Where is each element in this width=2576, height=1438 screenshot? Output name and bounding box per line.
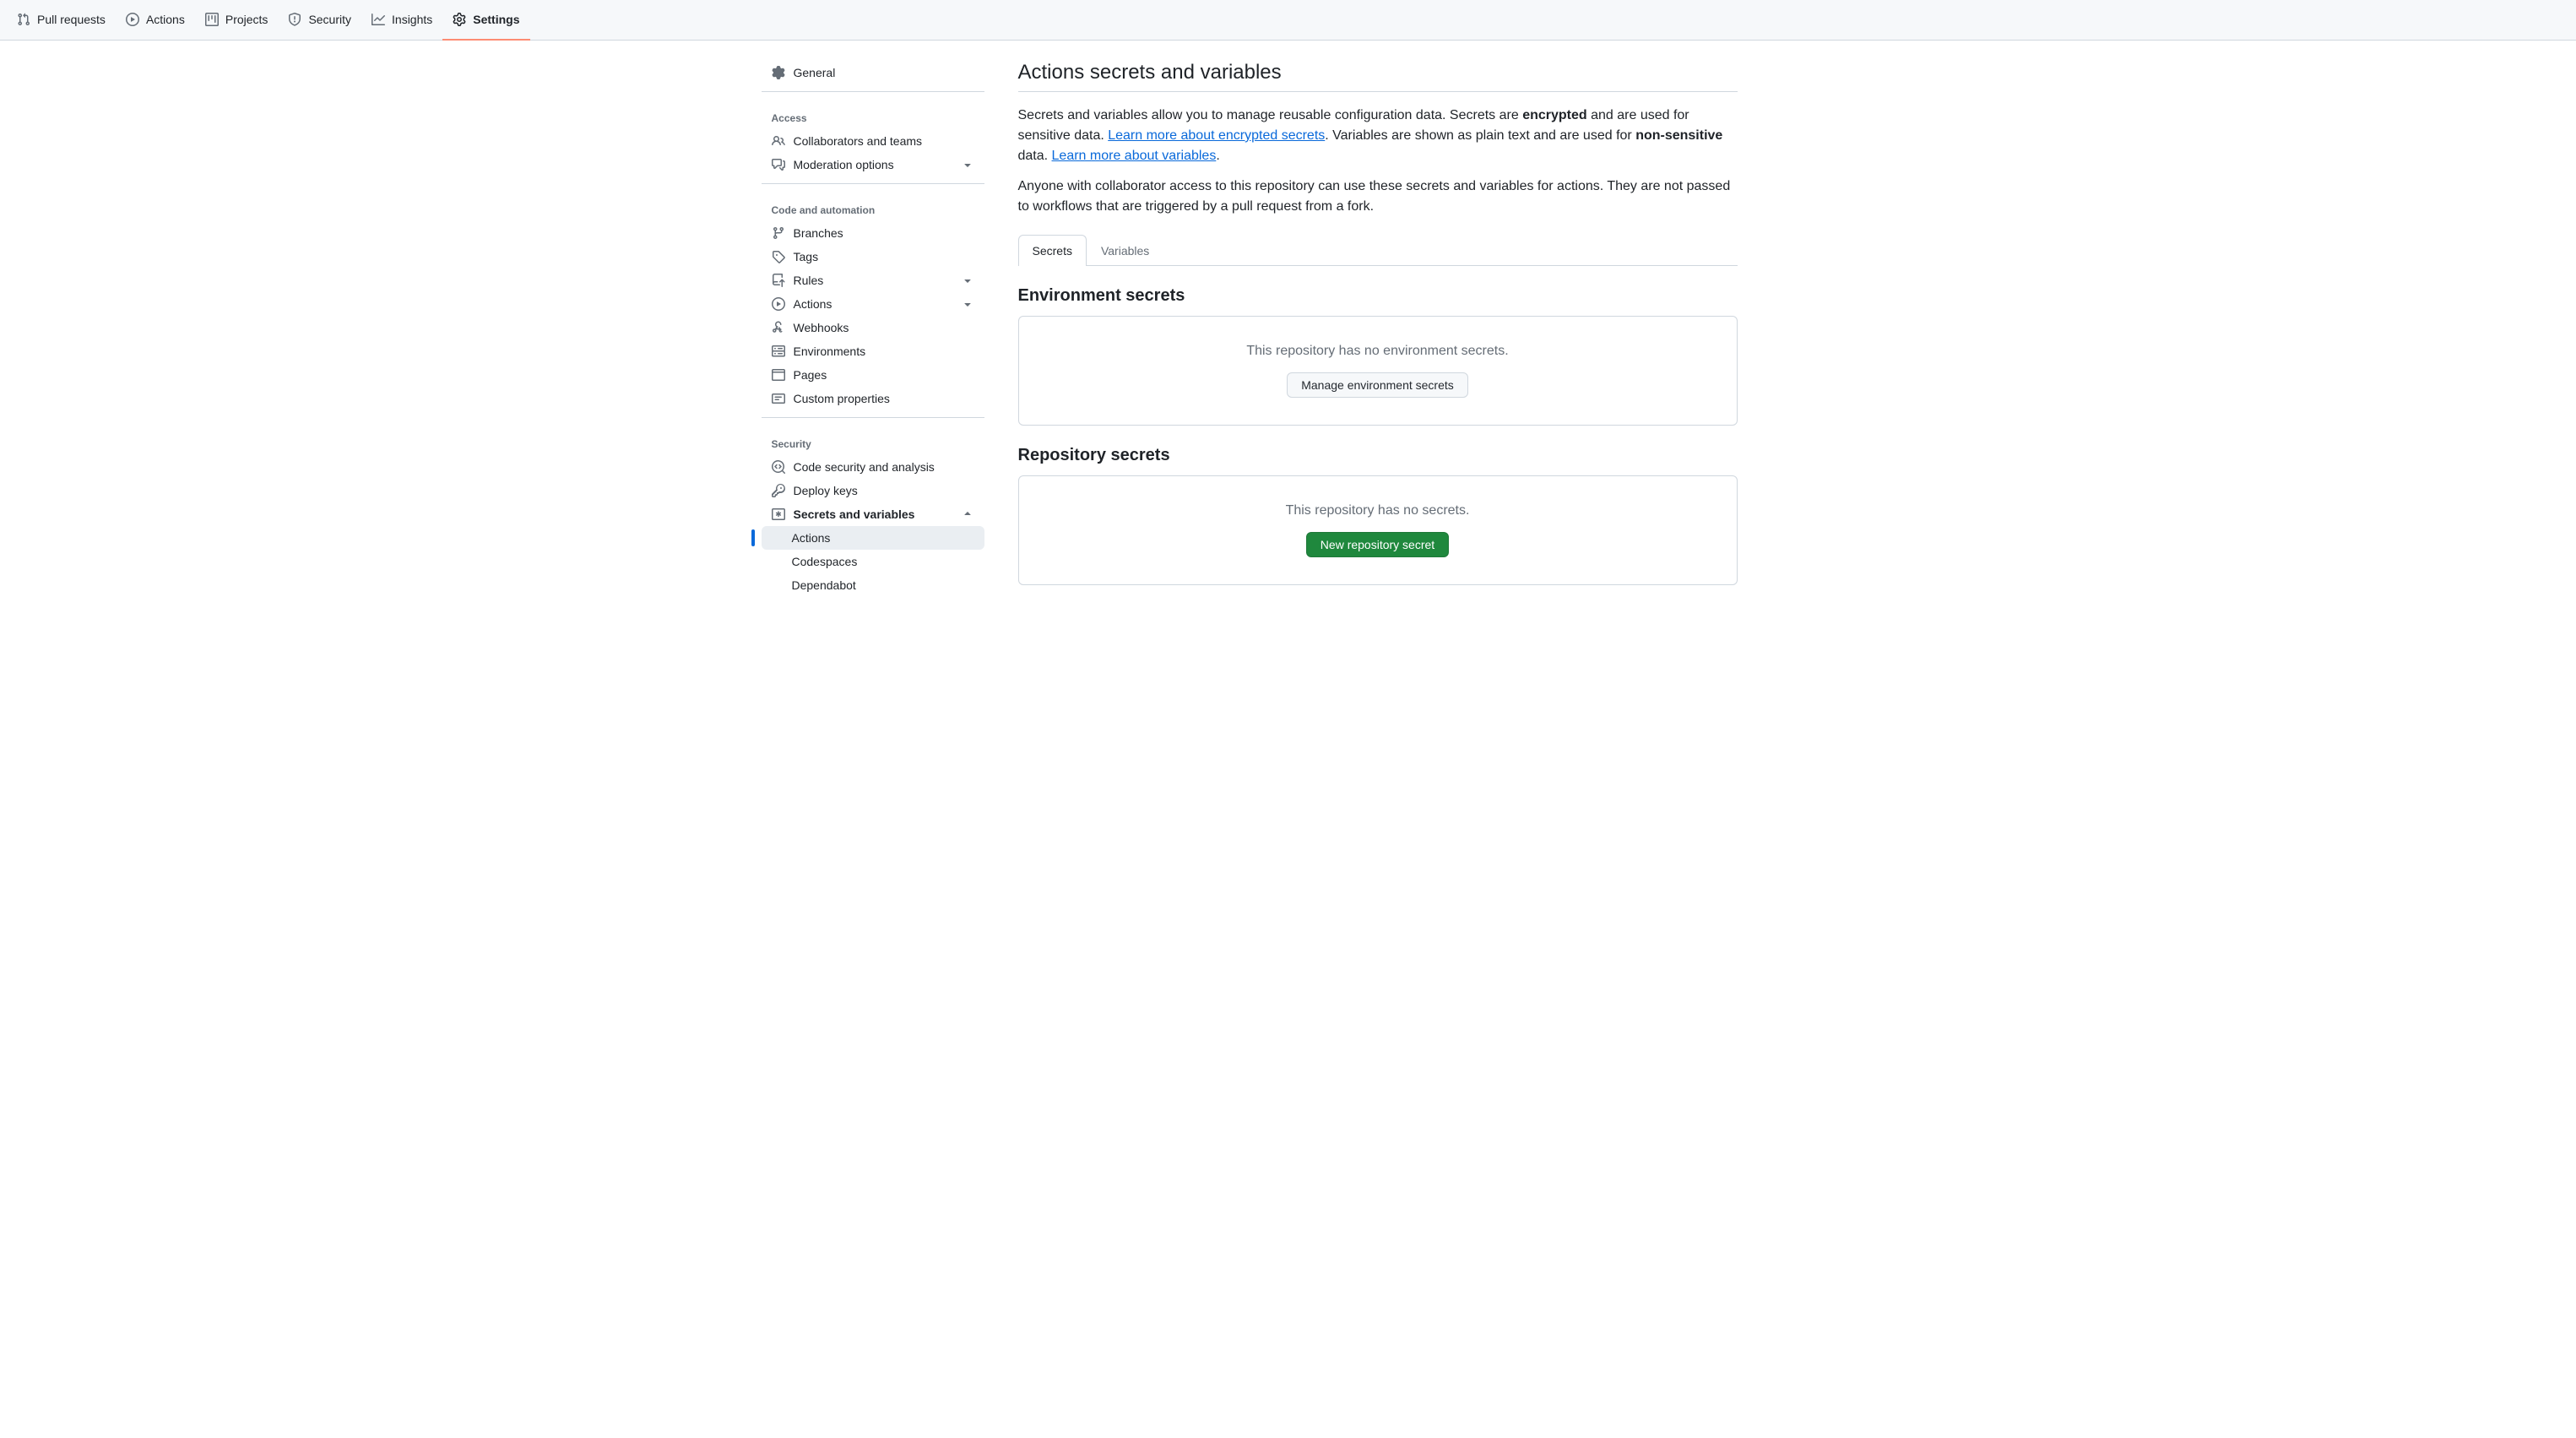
sidebar-item-label: Branches [794, 226, 843, 240]
sidebar-general[interactable]: General [762, 61, 984, 84]
tab-label: Settings [473, 13, 519, 26]
divider [762, 91, 984, 92]
project-icon [205, 13, 219, 26]
sidebar-item-label: Actions [794, 297, 832, 311]
settings-sidebar: General Access Collaborators and teams M… [748, 61, 998, 597]
repo-secrets-empty-text: This repository has no secrets. [1046, 503, 1710, 518]
sidebar-branches[interactable]: Branches [762, 221, 984, 245]
topnav-list: Pull requests Actions Projects Security … [7, 0, 530, 40]
env-secrets-empty-text: This repository has no environment secre… [1046, 344, 1710, 359]
git-branch-icon [772, 226, 785, 240]
sidebar-sv-codespaces[interactable]: Codespaces [762, 550, 984, 573]
sidebar-item-label: Code security and analysis [794, 460, 935, 474]
sidebar-item-label: Codespaces [792, 555, 858, 568]
sidebar-sv-dependabot[interactable]: Dependabot [762, 573, 984, 597]
divider [762, 183, 984, 184]
sidebar-actions[interactable]: Actions [762, 292, 984, 316]
sidebar-item-label: Custom properties [794, 392, 890, 405]
graph-icon [371, 13, 385, 26]
divider [762, 417, 984, 418]
sidebar-tags[interactable]: Tags [762, 245, 984, 269]
sidebar-item-label: Deploy keys [794, 484, 858, 497]
sidebar-collaborators[interactable]: Collaborators and teams [762, 129, 984, 153]
sidebar-code-security[interactable]: Code security and analysis [762, 455, 984, 479]
page-description: Secrets and variables allow you to manag… [1018, 106, 1738, 217]
sidebar-item-label: Tags [794, 250, 819, 263]
sidebar-custom-properties[interactable]: Custom properties [762, 387, 984, 410]
note-icon [772, 392, 785, 405]
sidebar-group-code: Code and automation [762, 191, 984, 221]
manage-env-secrets-button[interactable]: Manage environment secrets [1287, 372, 1468, 398]
sidebar-item-label: Dependabot [792, 578, 856, 592]
description-paragraph-2: Anyone with collaborator access to this … [1018, 176, 1738, 217]
tag-icon [772, 250, 785, 263]
sidebar-webhooks[interactable]: Webhooks [762, 316, 984, 339]
sidebar-item-label: Environments [794, 345, 866, 358]
repo-push-icon [772, 274, 785, 287]
chevron-down-icon [961, 297, 974, 311]
tab-variables[interactable]: Variables [1087, 235, 1163, 266]
tab-insights[interactable]: Insights [361, 0, 442, 41]
sidebar-sv-actions[interactable]: Actions [762, 526, 984, 550]
sidebar-item-label: General [794, 66, 836, 79]
page-title: Actions secrets and variables [1018, 61, 1738, 92]
sidebar-pages[interactable]: Pages [762, 363, 984, 387]
env-secrets-box: This repository has no environment secre… [1018, 316, 1738, 426]
tab-pull-requests[interactable]: Pull requests [7, 0, 116, 41]
gear-icon [772, 66, 785, 79]
tab-label: Pull requests [37, 13, 106, 26]
webhook-icon [772, 321, 785, 334]
comment-discussion-icon [772, 158, 785, 171]
key-icon [772, 484, 785, 497]
env-secrets-heading: Environment secrets [1018, 286, 1738, 306]
new-repo-secret-button[interactable]: New repository secret [1306, 532, 1449, 557]
pull-request-icon [17, 13, 30, 26]
server-icon [772, 345, 785, 358]
key-asterisk-icon [772, 507, 785, 521]
description-paragraph-1: Secrets and variables allow you to manag… [1018, 106, 1738, 166]
tab-label: Insights [392, 13, 432, 26]
sidebar-secrets-variables[interactable]: Secrets and variables [762, 502, 984, 526]
tab-label: Security [308, 13, 351, 26]
play-icon [772, 297, 785, 311]
sidebar-item-label: Moderation options [794, 158, 894, 171]
codescan-icon [772, 460, 785, 474]
link-encrypted-secrets[interactable]: Learn more about encrypted secrets [1108, 128, 1325, 143]
tab-label: Projects [225, 13, 268, 26]
people-icon [772, 134, 785, 148]
shield-icon [288, 13, 301, 26]
repo-top-nav: Pull requests Actions Projects Security … [0, 0, 2576, 41]
sidebar-item-label: Actions [792, 531, 831, 545]
sidebar-item-label: Secrets and variables [794, 507, 915, 521]
play-icon [126, 13, 139, 26]
secrets-variables-tabs: Secrets Variables [1018, 234, 1738, 266]
sidebar-item-label: Rules [794, 274, 824, 287]
tab-settings[interactable]: Settings [442, 0, 529, 41]
tab-secrets[interactable]: Secrets [1018, 235, 1087, 266]
repo-secrets-heading: Repository secrets [1018, 446, 1738, 465]
tab-security[interactable]: Security [278, 0, 361, 41]
sidebar-item-label: Webhooks [794, 321, 849, 334]
sidebar-environments[interactable]: Environments [762, 339, 984, 363]
sidebar-moderation[interactable]: Moderation options [762, 153, 984, 176]
tab-actions[interactable]: Actions [116, 0, 195, 41]
tab-label: Actions [146, 13, 185, 26]
main-content: Actions secrets and variables Secrets an… [998, 61, 1758, 597]
sidebar-rules[interactable]: Rules [762, 269, 984, 292]
sidebar-group-access: Access [762, 99, 984, 129]
chevron-up-icon [961, 507, 974, 521]
browser-icon [772, 368, 785, 382]
chevron-down-icon [961, 274, 974, 287]
gear-icon [453, 13, 466, 26]
sidebar-item-label: Pages [794, 368, 827, 382]
sidebar-deploy-keys[interactable]: Deploy keys [762, 479, 984, 502]
chevron-down-icon [961, 158, 974, 171]
link-variables[interactable]: Learn more about variables [1052, 149, 1217, 163]
page-body: General Access Collaborators and teams M… [748, 41, 1829, 617]
sidebar-group-security: Security [762, 425, 984, 455]
repo-secrets-box: This repository has no secrets. New repo… [1018, 475, 1738, 585]
sidebar-item-label: Collaborators and teams [794, 134, 923, 148]
tab-projects[interactable]: Projects [195, 0, 279, 41]
